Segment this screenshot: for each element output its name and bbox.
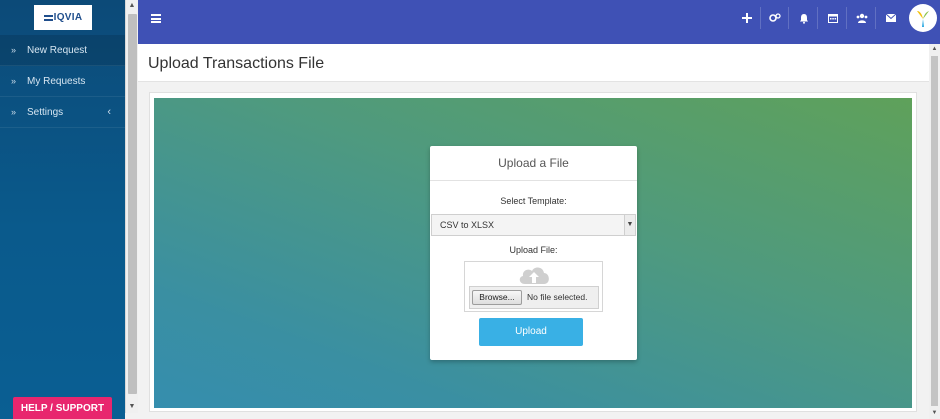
sidebar-item-label: Settings bbox=[27, 106, 64, 118]
help-support-button[interactable]: HELP / SUPPORT bbox=[13, 397, 112, 419]
cloud-upload-icon bbox=[519, 267, 549, 284]
select-template-label: Select Template: bbox=[500, 196, 567, 206]
main-scrollbar[interactable]: ▲ ▼ bbox=[929, 44, 940, 419]
sidebar-item-my-requests[interactable]: » My Requests bbox=[0, 66, 125, 97]
scroll-down-icon[interactable]: ▼ bbox=[126, 401, 138, 413]
browse-button[interactable]: Browse... bbox=[472, 290, 522, 305]
envelope-icon[interactable] bbox=[877, 7, 905, 29]
file-drop-zone[interactable]: Browse... No file selected. bbox=[464, 261, 603, 312]
sidebar-item-new-request[interactable]: » New Request bbox=[0, 35, 125, 66]
upload-card: Upload a File Select Template: CSV to XL… bbox=[430, 146, 637, 360]
scroll-down-icon[interactable]: ▼ bbox=[929, 408, 940, 419]
template-select[interactable]: CSV to XLSX ▼ bbox=[431, 214, 636, 236]
user-avatar[interactable] bbox=[909, 4, 937, 32]
template-select-value: CSV to XLSX bbox=[440, 220, 495, 230]
gears-icon[interactable] bbox=[761, 7, 789, 29]
logo-mark-icon bbox=[43, 14, 53, 21]
upload-button[interactable]: Upload bbox=[479, 318, 583, 346]
scroll-up-icon[interactable]: ▲ bbox=[929, 44, 940, 55]
iqvia-logo[interactable]: IQVIA bbox=[34, 5, 92, 30]
scrollbar-thumb[interactable] bbox=[931, 56, 938, 406]
double-chevron-right-icon: » bbox=[11, 107, 17, 117]
list-icon[interactable] bbox=[151, 14, 161, 23]
scrollbar-thumb[interactable] bbox=[128, 14, 137, 394]
double-chevron-right-icon: » bbox=[11, 45, 17, 55]
logo-text: IQVIA bbox=[53, 12, 83, 23]
sidebar-item-settings[interactable]: » Settings ‹ bbox=[0, 97, 125, 128]
double-chevron-right-icon: » bbox=[11, 76, 17, 86]
chevron-left-icon: ‹ bbox=[107, 106, 111, 118]
sidebar: IQVIA » New Request » My Requests » Sett… bbox=[0, 0, 125, 419]
calendar-icon[interactable] bbox=[819, 7, 847, 29]
users-icon[interactable] bbox=[848, 7, 876, 29]
upload-file-label: Upload File: bbox=[509, 245, 558, 255]
sidebar-item-label: My Requests bbox=[27, 75, 86, 87]
scroll-up-icon[interactable]: ▲ bbox=[126, 0, 138, 12]
page-header: Upload Transactions File bbox=[138, 44, 929, 82]
chevron-down-icon[interactable]: ▼ bbox=[624, 215, 635, 235]
page-title: Upload Transactions File bbox=[148, 55, 325, 72]
upload-card-title: Upload a File bbox=[430, 146, 637, 181]
file-input[interactable]: Browse... No file selected. bbox=[469, 286, 599, 309]
bell-icon[interactable] bbox=[790, 7, 818, 29]
top-navbar bbox=[138, 0, 940, 44]
plus-icon[interactable] bbox=[733, 7, 761, 29]
sidebar-scrollbar[interactable]: ▲ ▼ bbox=[125, 0, 138, 413]
sidebar-item-label: New Request bbox=[27, 44, 88, 56]
file-status-text: No file selected. bbox=[527, 292, 588, 302]
